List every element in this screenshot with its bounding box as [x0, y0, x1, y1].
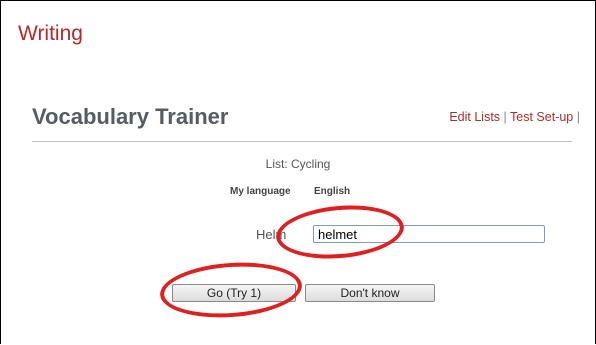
go-button[interactable]: Go (Try 1): [172, 284, 296, 302]
list-name: List: Cycling: [265, 157, 331, 171]
trainer-links: Edit Lists | Test Set-up |: [449, 110, 580, 124]
prompt-word: Helm: [256, 227, 287, 242]
test-setup-link[interactable]: Test Set-up: [510, 110, 573, 124]
dont-know-button[interactable]: Don't know: [305, 284, 435, 302]
title-divider: [32, 141, 572, 142]
my-language-value: English: [314, 186, 351, 197]
section-title: Writing: [18, 22, 83, 45]
my-language-label: My language: [230, 186, 291, 197]
link-separator-trailing: |: [576, 110, 580, 124]
answer-input[interactable]: [313, 225, 545, 243]
edit-lists-link[interactable]: Edit Lists: [449, 110, 500, 124]
trainer-title: Vocabulary Trainer: [32, 104, 229, 129]
page-frame: [0, 0, 596, 344]
link-separator: |: [503, 110, 507, 124]
